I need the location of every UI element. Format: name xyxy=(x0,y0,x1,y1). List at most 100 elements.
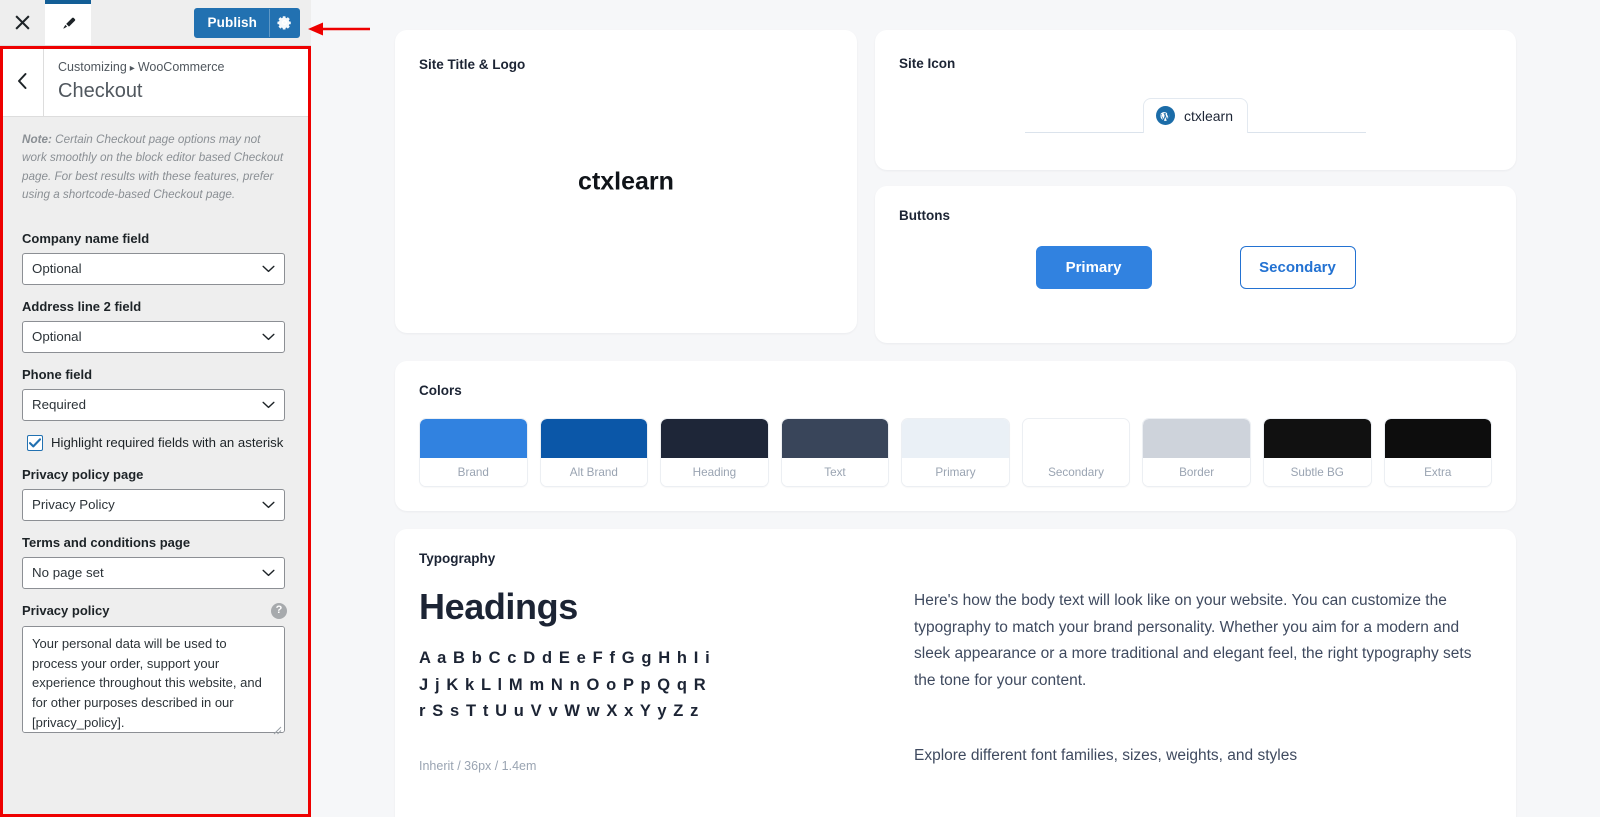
body-paragraph-2: Explore different font families, sizes, … xyxy=(914,747,1298,764)
customizer-app: Publish Customizing ▸ WooCommerce Checko… xyxy=(0,0,1600,817)
field-label-address-line-2: Address line 2 field xyxy=(22,298,142,314)
color-swatch[interactable]: Brand xyxy=(419,418,528,487)
color-swatch-label: Primary xyxy=(902,458,1009,486)
color-swatch[interactable]: Secondary xyxy=(1021,418,1131,487)
color-swatch-label: Extra xyxy=(1384,458,1492,486)
field-company-name: Company name field Optional xyxy=(22,231,287,285)
color-swatch[interactable]: Heading xyxy=(660,418,769,487)
check-icon xyxy=(29,438,41,448)
site-icon-card: Site Icon ctxlearn xyxy=(875,30,1516,170)
preview-right-column: Site Icon ctxlearn Buttons Primary Secon… xyxy=(875,30,1516,343)
site-title-card-title: Site Title & Logo xyxy=(419,57,526,72)
color-swatch-label: Subtle BG xyxy=(1263,458,1371,486)
color-swatch-row: Brand Alt Brand Heading Text Primary Sec… xyxy=(419,418,1493,487)
privacy-policy-textarea[interactable] xyxy=(22,625,285,733)
color-swatch-label: Border xyxy=(1143,458,1250,486)
breadcrumb-separator: ▸ xyxy=(129,63,135,75)
color-swatch-chip xyxy=(902,419,1009,458)
color-swatch-chip xyxy=(540,419,648,458)
colors-card: Colors Brand Alt Brand Heading Text Prim… xyxy=(395,361,1516,511)
panel-back-button[interactable] xyxy=(0,46,44,116)
browser-tab-mockup: ctxlearn xyxy=(875,98,1516,133)
color-swatch[interactable]: Text xyxy=(780,418,890,487)
company-name-field-value: Optional xyxy=(32,261,82,277)
field-label-company-name: Company name field xyxy=(22,230,150,246)
color-swatch[interactable]: Extra xyxy=(1383,418,1493,487)
company-name-field-select[interactable]: Optional xyxy=(22,252,285,285)
typography-card-title: Typography xyxy=(419,551,496,566)
color-swatch-chip xyxy=(1384,419,1492,458)
breadcrumb: Customizing ▸ WooCommerce xyxy=(58,58,224,77)
note-text: Certain Checkout page options may not wo… xyxy=(22,133,284,202)
field-label-terms-conditions-page: Terms and conditions page xyxy=(22,534,191,550)
secondary-button-preview[interactable]: Secondary xyxy=(1239,246,1356,289)
colors-card-title: Colors xyxy=(419,383,462,398)
close-customizer-button[interactable] xyxy=(0,0,45,45)
color-swatch-label: Brand xyxy=(420,458,527,486)
color-swatch-chip xyxy=(1022,419,1130,458)
panel-header: Customizing ▸ WooCommerce Checkout xyxy=(0,46,311,117)
color-swatch[interactable]: Border xyxy=(1142,418,1251,487)
color-swatch[interactable]: Primary xyxy=(901,418,1010,487)
typography-body-column: Here's how the body text will look like … xyxy=(914,586,1492,773)
buttons-card: Buttons Primary Secondary xyxy=(875,186,1516,343)
field-label-phone: Phone field xyxy=(22,366,93,382)
checkout-note: Note: Certain Checkout page options may … xyxy=(22,131,287,205)
privacy-policy-textarea-wrap xyxy=(22,625,285,738)
preview-left-column: Site Title & Logo ctxlearn xyxy=(395,30,857,343)
address-line-2-field-value: Optional xyxy=(32,329,82,345)
browser-tab-label: ctxlearn xyxy=(1183,107,1234,124)
publish-settings-button[interactable] xyxy=(269,8,299,37)
privacy-policy-page-select[interactable]: Privacy Policy xyxy=(22,488,285,521)
tab-style-brush[interactable] xyxy=(45,0,91,45)
annotation-arrow-icon xyxy=(308,22,370,36)
chevron-down-icon xyxy=(262,501,275,509)
brush-icon xyxy=(62,17,75,29)
breadcrumb-section: WooCommerce xyxy=(137,60,225,75)
field-label-privacy-policy: Privacy policy xyxy=(22,603,110,619)
color-swatch-chip xyxy=(781,419,889,458)
breadcrumb-root: Customizing xyxy=(58,60,127,75)
highlight-required-label: Highlight required fields with an asteri… xyxy=(51,435,284,451)
preview-top-grid: Site Title & Logo ctxlearn Site Icon ctx… xyxy=(395,30,1516,343)
color-swatch[interactable]: Alt Brand xyxy=(539,418,649,487)
color-swatch-label: Text xyxy=(781,458,889,486)
typography-card: Typography Headings A a B b C c D d E e … xyxy=(395,529,1516,817)
terms-conditions-page-select[interactable]: No page set xyxy=(22,556,285,589)
privacy-policy-label-row: Privacy policy ? xyxy=(22,602,287,619)
close-icon xyxy=(15,15,30,30)
help-icon[interactable]: ? xyxy=(271,602,287,619)
phone-field-value: Required xyxy=(32,397,86,413)
site-icon-card-title: Site Icon xyxy=(899,56,956,71)
body-paragraph-1: Here's how the body text will look like … xyxy=(914,592,1472,689)
field-label-privacy-policy-page: Privacy policy page xyxy=(22,466,144,482)
publish-group: Publish xyxy=(193,0,311,45)
site-title-logo-card: Site Title & Logo ctxlearn xyxy=(395,30,857,333)
customizer-sidebar: Publish Customizing ▸ WooCommerce Checko… xyxy=(0,0,311,817)
color-swatch[interactable]: Subtle BG xyxy=(1262,418,1372,487)
tab-strip-line-left xyxy=(1024,132,1143,133)
panel-header-text: Customizing ▸ WooCommerce Checkout xyxy=(44,58,224,104)
phone-field-select[interactable]: Required xyxy=(22,388,285,421)
publish-label: Publish xyxy=(207,15,257,30)
typography-meta: Inherit / 36px / 1.4em xyxy=(419,759,537,774)
checkout-settings-panel: Customizing ▸ WooCommerce Checkout Note: C… xyxy=(0,46,311,817)
terms-conditions-page-value: No page set xyxy=(32,565,104,581)
highlight-required-checkbox-row[interactable]: Highlight required fields with an asteri… xyxy=(27,434,287,451)
color-swatch-chip xyxy=(1263,419,1371,458)
publish-button[interactable]: Publish xyxy=(193,7,300,38)
typography-headings-column: Headings A a B b C c D d E e F f G g H h… xyxy=(419,586,874,773)
site-name-preview: ctxlearn xyxy=(578,167,674,195)
page-title: Checkout xyxy=(58,79,143,102)
highlight-required-checkbox[interactable] xyxy=(27,434,43,451)
address-line-2-field-select[interactable]: Optional xyxy=(22,320,285,353)
headings-sample: Headings xyxy=(419,586,578,627)
note-prefix: Note: xyxy=(22,133,52,146)
gear-icon xyxy=(277,16,291,30)
privacy-policy-page-value: Privacy Policy xyxy=(32,497,115,513)
customizer-topbar: Publish xyxy=(0,0,311,46)
wordpress-glyph-icon xyxy=(1158,108,1173,123)
primary-button-preview[interactable]: Primary xyxy=(1035,246,1152,289)
color-swatch-label: Heading xyxy=(661,458,768,486)
